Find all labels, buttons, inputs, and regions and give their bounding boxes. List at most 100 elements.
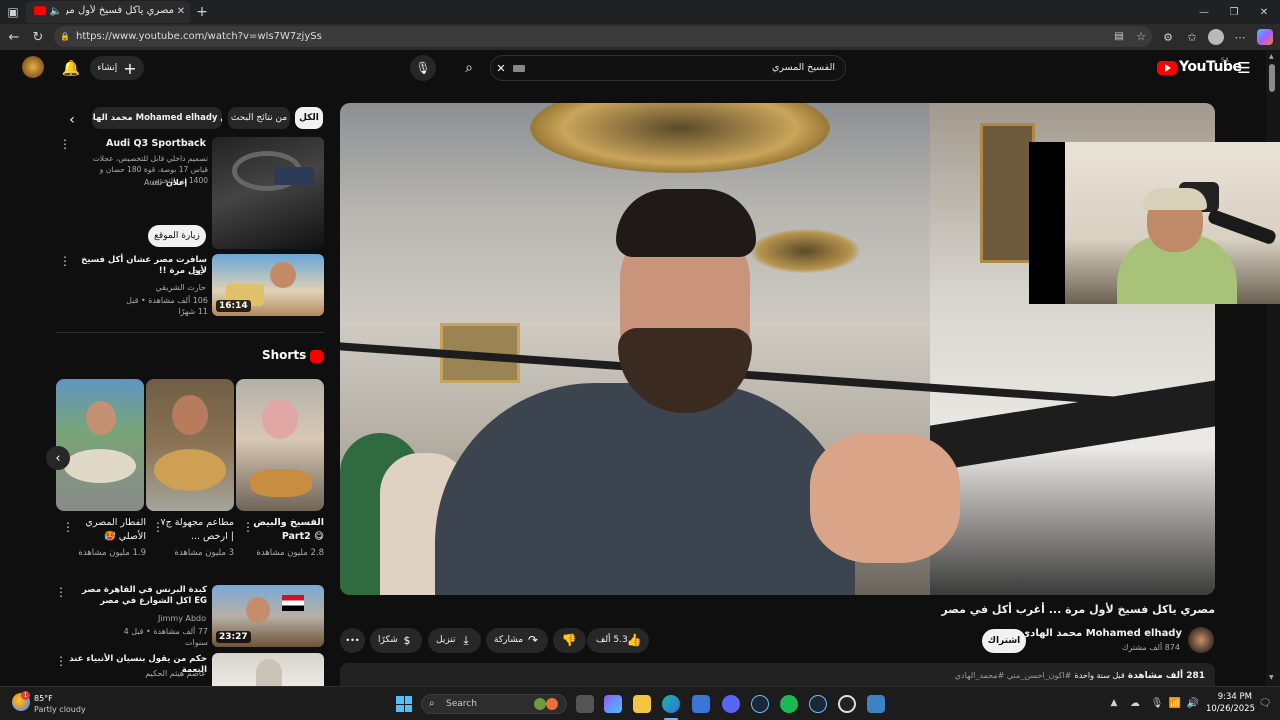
volume-icon[interactable]: 🔊 [1186,696,1200,710]
search-icon: ⌕ [465,60,473,76]
description-box[interactable]: 281 ألف مشاهدة قبل سنة واحدة #اكون_احسن_… [340,663,1215,686]
widgets-icon[interactable] [604,695,622,713]
short-title-3[interactable]: الفطار المصري الأصلي 🥵 [72,516,146,544]
lock-icon[interactable]: 🔒 [60,30,70,42]
windows-logo-tile [404,696,412,704]
edge-browser-icon[interactable] [662,695,680,713]
taskbar-search-box[interactable]: ⌕ Search [421,694,567,714]
maximize-button[interactable]: ❐ [1226,4,1242,20]
weather-condition[interactable]: Partly cloudy [34,705,86,714]
chip-from-search[interactable]: من نتائج البحث [228,107,290,129]
thanks-button[interactable]: $ شكرًا [370,628,422,653]
dislike-button[interactable]: 👎 [553,628,586,653]
store-icon[interactable] [692,695,710,713]
account-avatar[interactable] [22,56,44,78]
obs-icon[interactable] [838,695,856,713]
clear-search-icon[interactable]: ✕ [493,60,509,76]
related-list-channel-2[interactable]: عاصم هيثم الحكيم [110,668,206,679]
profile-avatar[interactable] [1208,29,1224,45]
file-explorer-icon[interactable] [633,695,651,713]
ad-visit-site-button[interactable]: زيارة الموقع [148,225,206,247]
back-icon[interactable]: ← [6,28,22,46]
related-list-more-icon-2[interactable]: ⋮ [55,654,67,668]
spotify-icon[interactable] [780,695,798,713]
copilot-icon[interactable] [1257,29,1273,45]
reader-mode-icon[interactable]: ▤ [1112,29,1126,43]
dashboard-screen [274,167,314,185]
related-video-thumbnail[interactable]: 16:14 [212,254,324,316]
ad-title[interactable]: Audi Q3 Sportback [100,138,206,149]
window-close-button[interactable]: ✕ [1256,4,1272,20]
create-button[interactable]: إنشاء + [90,56,144,80]
scroll-up-icon[interactable]: ▲ [1269,53,1277,60]
channel-avatar[interactable] [1188,627,1214,653]
related-list-more-icon-1[interactable]: ⋮ [55,585,67,599]
short-title-2[interactable]: مطاعم مجهولة ج٧ | ارخص ... [160,516,234,544]
notification-center-icon[interactable]: 🗨 [1258,696,1272,710]
app-icon[interactable] [867,695,885,713]
url-field[interactable]: 🔒 https://www.youtube.com/watch?v=wIs7W7… [54,26,1152,47]
scroll-down-icon[interactable]: ▼ [1269,674,1277,681]
keyboard-icon[interactable] [513,65,525,72]
related-video-more-icon[interactable]: ⋮ [59,254,71,268]
tray-app-icon[interactable]: ☁ [1128,696,1142,710]
new-tab-button[interactable]: + [194,3,210,21]
clock-date[interactable]: 10/26/2025 [1206,704,1255,714]
favorite-star-icon[interactable]: ☆ [1134,29,1148,43]
chip-all[interactable]: الكل [295,107,323,129]
download-button[interactable]: ⤓ تنزيل [428,628,481,653]
ad-thumbnail[interactable] [212,137,324,249]
chips-scroll-left-icon[interactable]: ‹ [62,110,82,130]
refresh-icon[interactable]: ↻ [30,28,46,46]
start-button[interactable] [396,696,412,712]
youtube-logo-text[interactable]: YouTube [1179,59,1242,75]
short-title-1[interactable]: الفسيخ والبيض 😋 Part2 [250,516,324,544]
clock-time[interactable]: 9:34 PM [1208,692,1252,702]
short-2-more-icon[interactable]: ⋮ [152,520,164,534]
search-button[interactable]: ⌕ [452,55,486,81]
short-3-more-icon[interactable]: ⋮ [62,520,74,534]
related-list-thumbnail-1[interactable]: 23:27 [212,585,324,647]
notifications-bell-icon[interactable]: 🔔 [62,58,81,78]
subscribe-button[interactable]: اشتراك [982,629,1026,653]
related-video-title[interactable]: سافرت مصر عشان أكل فسيخ لأول مرة !! [80,255,207,277]
description-hashtags[interactable]: #اكون_احسن_مني #محمد_الهادي [955,671,1072,680]
related-list-thumbnail-2[interactable] [212,653,324,686]
more-actions-button[interactable]: ••• [340,628,365,653]
short-thumbnail-1[interactable] [236,379,324,511]
weather-temp[interactable]: 85°F [34,694,53,703]
like-button[interactable]: 👍 5.3 ألف [587,628,649,653]
microphone-tray-icon[interactable]: 🎙 [1150,696,1164,710]
youtube-logo-icon[interactable] [1157,61,1177,75]
extensions-icon[interactable]: ⚙ [1160,29,1176,45]
short-thumbnail-2[interactable] [146,379,234,511]
steam-2-icon[interactable] [809,695,827,713]
tray-overflow-icon[interactable]: ▲ [1108,696,1120,710]
related-video-channel[interactable]: حارث الشريقي [110,282,206,293]
browser-menu-icon[interactable]: ⋯ [1232,29,1248,45]
search-input[interactable]: ✕ الفسيخ المسري [490,55,846,81]
tab-actions-icon[interactable]: ▣ [6,4,20,20]
chip-from-channel[interactable]: من Mohamed elhady محمد الهادي [92,107,222,129]
scroll-thumb[interactable] [1269,64,1275,92]
guide-menu-icon[interactable]: ☰ [1236,58,1252,78]
tab-close-icon[interactable]: ✕ [174,4,188,18]
ad-more-icon[interactable]: ⋮ [59,137,71,151]
tab-title: مصري ياكل فسيخ لأول مرة ... [66,5,174,16]
related-list-channel-1[interactable]: Jimmy Abdo [110,613,206,624]
favorites-icon[interactable]: ✩ [1184,29,1200,45]
share-button[interactable]: ↷ مشاركة [486,628,548,653]
related-list-title-1[interactable]: كبدة البرنس في القاهرة مصر EG اكل الشوار… [68,585,207,607]
voice-search-mic-icon[interactable]: 🎙 [410,55,436,81]
discord-icon[interactable] [722,695,740,713]
audio-playing-icon[interactable]: 🔈 [50,4,62,18]
steam-icon[interactable] [751,695,769,713]
short-1-more-icon[interactable]: ⋮ [242,520,254,534]
wifi-icon[interactable]: 📶 [1168,696,1182,710]
browser-tab[interactable]: 🔈 مصري ياكل فسيخ لأول مرة ... ✕ [26,1,190,23]
task-view-icon[interactable] [576,695,594,713]
channel-name[interactable]: Mohamed elhady محمد الهادي ✔ [1010,628,1182,639]
minimize-button[interactable]: — [1196,4,1212,20]
shorts-scroll-left-button[interactable]: ‹ [46,446,70,470]
short-thumbnail-3[interactable] [56,379,144,511]
